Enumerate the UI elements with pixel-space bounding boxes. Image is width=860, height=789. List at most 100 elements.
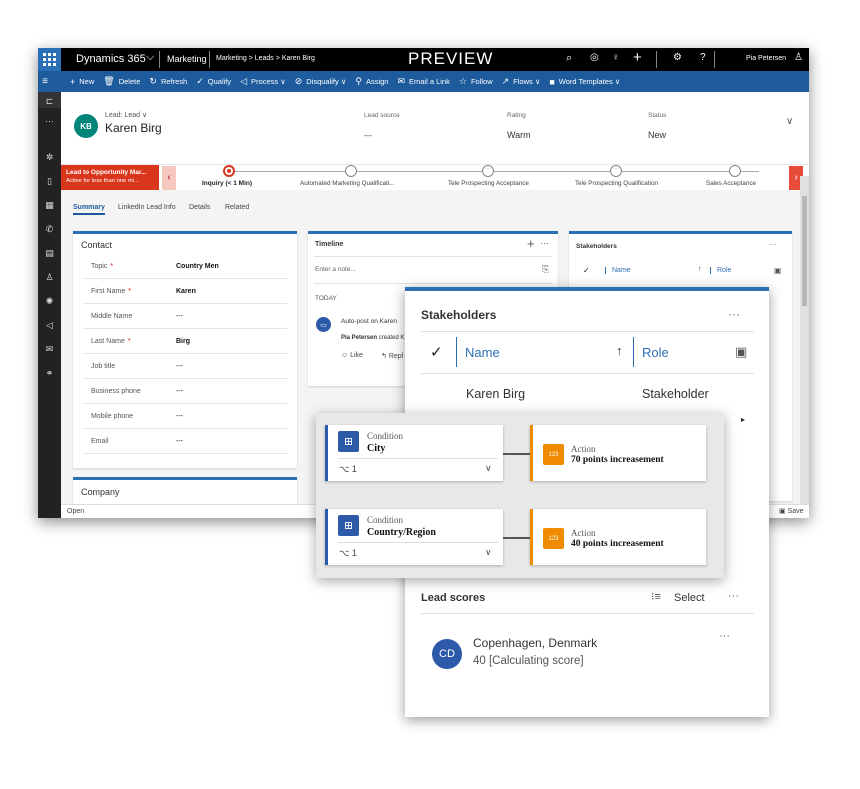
stage-marker[interactable] bbox=[482, 165, 494, 177]
expand-arrow-icon[interactable]: ▸ bbox=[741, 415, 745, 424]
lead-score-name[interactable]: Copenhagen, Denmark bbox=[473, 636, 597, 650]
follow-button[interactable]: ☆ Follow bbox=[459, 76, 493, 87]
hamburger-menu-icon[interactable]: ≡ bbox=[38, 76, 52, 87]
save-button[interactable]: ▣ Save bbox=[779, 507, 804, 515]
disqualify-button[interactable]: ⊘ Disqualify ∨ bbox=[295, 76, 347, 87]
stage-inquiry[interactable]: Inquiry (< 1 Min) bbox=[202, 180, 252, 187]
action-card[interactable]: 123 Action 40 points increasement bbox=[530, 509, 706, 565]
email-link-button[interactable]: ✉ Email a Link bbox=[397, 76, 449, 87]
flows-button[interactable]: ↗ Flows ∨ bbox=[502, 76, 541, 87]
delete-button[interactable]: 🗑 Delete bbox=[103, 76, 140, 87]
word-templates-button[interactable]: ■ Word Templates ∨ bbox=[549, 77, 620, 87]
column-header-role[interactable]: Role bbox=[710, 267, 731, 274]
stage-tele-prospecting-qualification[interactable]: Tele Prospecting Qualification bbox=[575, 180, 658, 187]
stage-marker[interactable] bbox=[729, 165, 741, 177]
calendar-icon[interactable]: ▦ bbox=[38, 200, 61, 211]
clipboard-icon[interactable]: ▤ bbox=[38, 248, 61, 259]
link-icon[interactable]: ⚭ bbox=[38, 368, 61, 379]
condition-card[interactable]: ⊞ Condition City ⌥ 1 ∨ bbox=[325, 425, 503, 481]
stage-marker[interactable] bbox=[610, 165, 622, 177]
assign-button[interactable]: ⚲ Assign bbox=[355, 76, 388, 87]
chevron-down-icon[interactable]: ∨ bbox=[485, 547, 492, 558]
help-icon[interactable]: ? bbox=[700, 52, 706, 63]
app-switcher-chevron-icon[interactable]: ⌵ bbox=[146, 51, 154, 64]
stage-marker-active[interactable] bbox=[223, 165, 235, 177]
save-grid-icon[interactable]: ▣ bbox=[774, 266, 782, 275]
new-button[interactable]: + New bbox=[70, 77, 94, 87]
stage-automated-marketing-qualification[interactable]: Automated Marketing Qualificati... bbox=[300, 180, 395, 187]
lightbulb-icon[interactable]: ♀ bbox=[612, 52, 620, 63]
action-card[interactable]: 123 Action 70 points increasement bbox=[530, 425, 706, 481]
note-input[interactable]: Enter a note... bbox=[315, 266, 356, 273]
gear-icon[interactable]: ⚙ bbox=[673, 52, 682, 63]
pin-icon[interactable]: ⊏ bbox=[38, 96, 61, 107]
reply-button[interactable]: ↰ Repl bbox=[381, 352, 403, 360]
more-options-icon[interactable]: ··· bbox=[719, 630, 730, 642]
stage-tele-prospecting-acceptance[interactable]: Tele Prospecting Acceptance bbox=[448, 180, 529, 187]
more-options-icon[interactable]: ··· bbox=[769, 240, 777, 249]
scrollbar[interactable] bbox=[800, 176, 809, 504]
list-view-icon[interactable]: ⁝≡ bbox=[651, 590, 661, 603]
post-title[interactable]: Auto-post on Karen bbox=[341, 318, 397, 325]
field-last-name[interactable]: Last Name * Birg bbox=[83, 329, 287, 354]
more-options-icon[interactable]: ··· bbox=[728, 307, 740, 321]
field-mobile-phone[interactable]: Mobile phone --- bbox=[83, 404, 287, 429]
like-button[interactable]: ☺ Like bbox=[341, 352, 363, 359]
previous-stage-button[interactable]: ‹ bbox=[162, 166, 176, 190]
stage-marker[interactable] bbox=[345, 165, 357, 177]
tab-summary[interactable]: Summary bbox=[73, 204, 105, 215]
select-all-checkmark-icon[interactable]: ✓ bbox=[583, 266, 590, 275]
condition-card[interactable]: ⊞ Condition Country/Region ⌥ 1 ∨ bbox=[325, 509, 503, 565]
gear-icon[interactable]: ✺ bbox=[38, 296, 61, 307]
breadcrumb-item[interactable]: Leads bbox=[255, 55, 274, 62]
column-header-name[interactable]: Name bbox=[465, 345, 500, 360]
stage-sales-acceptance[interactable]: Sales Acceptance bbox=[706, 180, 756, 187]
area-name[interactable]: Marketing bbox=[167, 54, 207, 64]
dashboard-icon[interactable]: ✲ bbox=[38, 152, 61, 163]
user-name[interactable]: Pia Petersen bbox=[746, 55, 786, 62]
add-icon[interactable]: + bbox=[527, 236, 535, 251]
process-button[interactable]: ◁ Process ∨ bbox=[240, 76, 286, 87]
tab-related[interactable]: Related bbox=[225, 204, 249, 211]
person-icon[interactable]: ♙ bbox=[38, 272, 61, 283]
breadcrumb-item[interactable]: Karen Birg bbox=[282, 55, 315, 62]
user-profile-icon[interactable]: ♙ bbox=[794, 52, 803, 63]
more-options-icon[interactable]: ··· bbox=[728, 590, 739, 602]
qualify-button[interactable]: ✓ Qualify bbox=[196, 76, 231, 87]
app-launcher-icon[interactable] bbox=[38, 48, 61, 71]
field-email[interactable]: Email --- bbox=[83, 429, 287, 454]
more-options-icon[interactable]: ··· bbox=[540, 238, 549, 248]
megaphone-icon[interactable]: ◁ bbox=[38, 320, 61, 331]
expand-header-chevron-icon[interactable]: ∨ bbox=[786, 116, 793, 127]
save-grid-icon[interactable]: ▣ bbox=[735, 344, 747, 360]
new-record-icon[interactable]: + bbox=[633, 49, 642, 66]
field-first-name[interactable]: First Name * Karen bbox=[83, 279, 287, 304]
document-icon[interactable]: ▯ bbox=[38, 176, 61, 187]
stakeholder-role[interactable]: Stakeholder bbox=[642, 387, 709, 401]
search-icon[interactable]: ⌕ bbox=[566, 52, 572, 65]
select-all-checkmark-icon[interactable]: ✓ bbox=[430, 343, 443, 361]
column-header-role[interactable]: Role bbox=[642, 345, 669, 360]
mail-icon[interactable]: ✉ bbox=[38, 344, 61, 355]
field-topic[interactable]: Topic * Country Men bbox=[83, 254, 287, 279]
sort-ascending-icon[interactable]: ↑ bbox=[698, 266, 702, 273]
tab-details[interactable]: Details bbox=[189, 204, 210, 211]
breadcrumb-item[interactable]: Marketing bbox=[216, 55, 247, 62]
refresh-button[interactable]: ↻ Refresh bbox=[149, 76, 187, 87]
tab-linkedin-lead-info[interactable]: LinkedIn Lead Info bbox=[118, 204, 176, 211]
app-name[interactable]: Dynamics 365 bbox=[76, 53, 146, 65]
field-job-title[interactable]: Job title --- bbox=[83, 354, 287, 379]
column-header-name[interactable]: Name bbox=[605, 267, 631, 274]
task-icon[interactable]: ◎ bbox=[590, 52, 599, 63]
phone-icon[interactable]: ✆ bbox=[38, 224, 61, 235]
field-middle-name[interactable]: Middle Name --- bbox=[83, 304, 287, 329]
chevron-down-icon[interactable]: ∨ bbox=[485, 463, 492, 474]
field-business-phone[interactable]: Business phone --- bbox=[83, 379, 287, 404]
entity-form-selector[interactable]: Lead: Lead ∨ bbox=[105, 111, 147, 119]
more-icon[interactable]: … bbox=[38, 114, 61, 124]
attachment-icon[interactable]: ⎘ bbox=[542, 264, 549, 275]
select-button[interactable]: Select bbox=[674, 592, 705, 604]
active-process-badge[interactable]: Lead to Opportunity Mar... Active for le… bbox=[61, 165, 159, 191]
stakeholder-name[interactable]: Karen Birg bbox=[466, 387, 525, 401]
sort-ascending-icon[interactable]: ↑ bbox=[616, 343, 623, 358]
